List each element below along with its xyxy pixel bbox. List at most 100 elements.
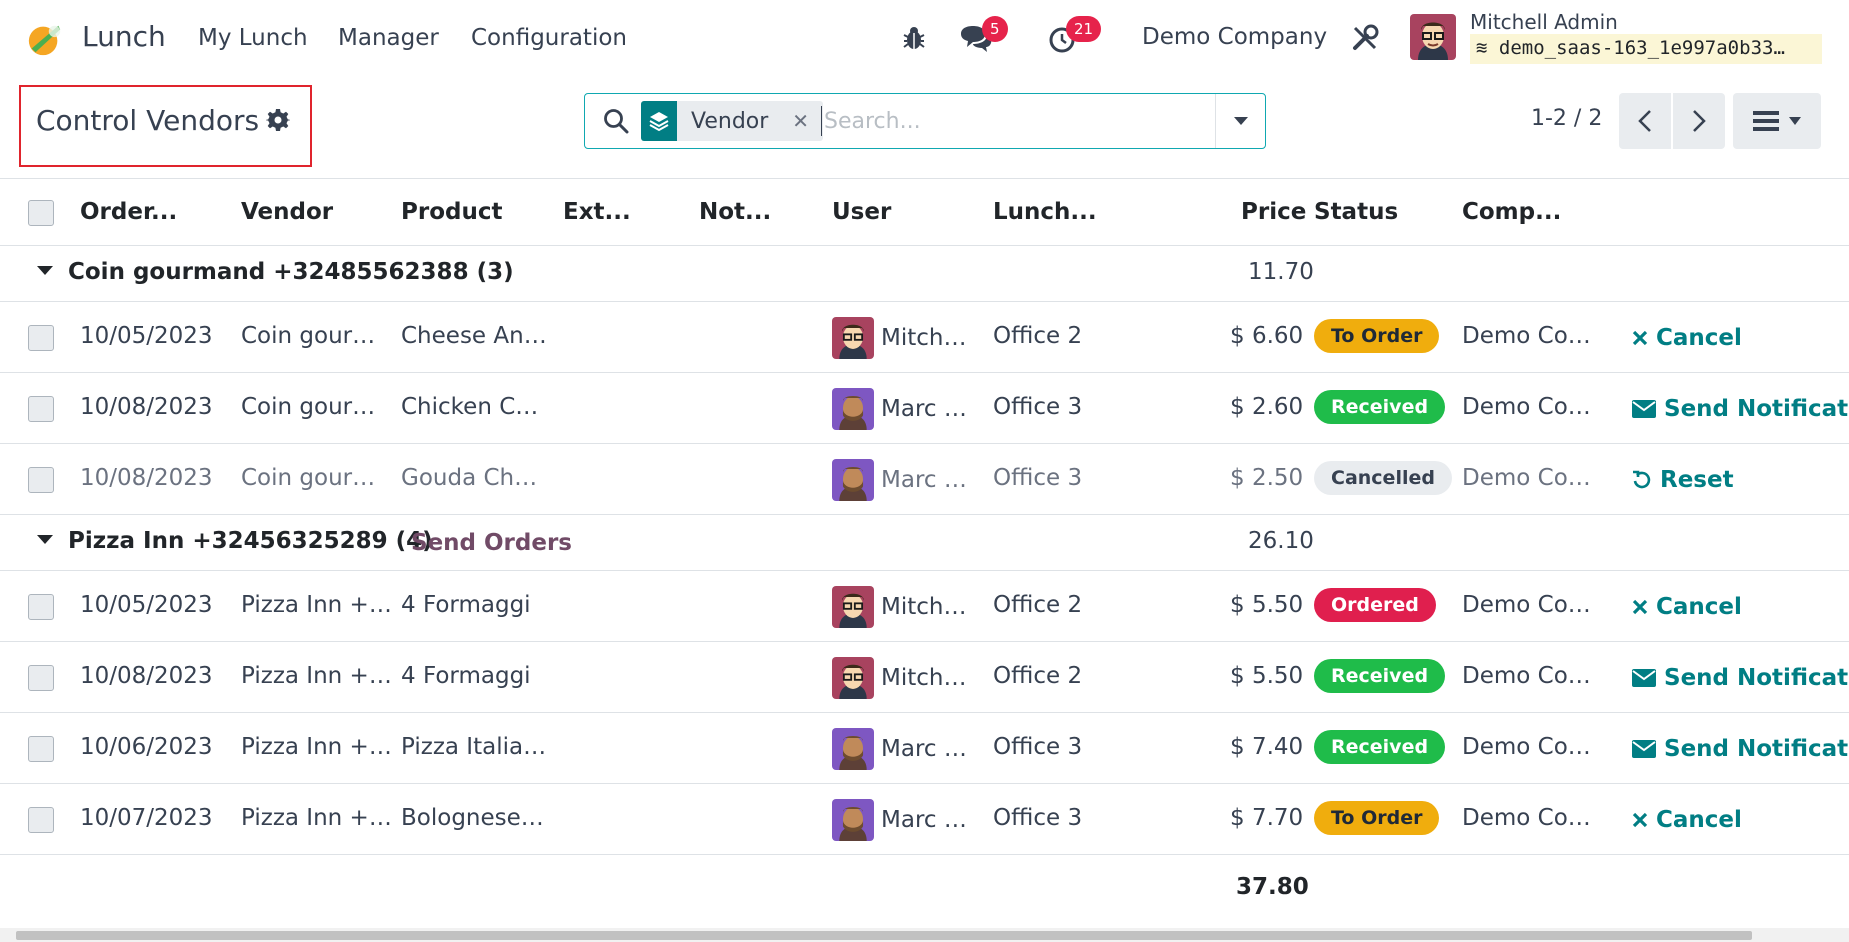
- send-orders-button[interactable]: Send Orders: [411, 530, 572, 556]
- tools-icon[interactable]: [1351, 24, 1379, 52]
- row-checkbox[interactable]: [28, 324, 54, 351]
- column-status[interactable]: Status: [1314, 199, 1398, 225]
- user-avatar[interactable]: [1410, 14, 1456, 60]
- user-cell: Marc …: [881, 466, 967, 493]
- order-date: 10/05/2023: [80, 322, 213, 349]
- column-company[interactable]: Comp...: [1462, 199, 1561, 225]
- column-notes[interactable]: Not...: [699, 199, 771, 225]
- pager-value[interactable]: 1-2 / 2: [1531, 106, 1602, 131]
- cancel-icon: [1632, 812, 1648, 828]
- price-cell: $ 2.60: [1230, 393, 1304, 420]
- avatar[interactable]: [832, 316, 874, 359]
- column-user[interactable]: User: [832, 199, 891, 225]
- search-bar: Vendor ✕: [584, 93, 1266, 149]
- vendor-cell: Coin gour…: [241, 464, 376, 491]
- row-action-button[interactable]: Cancel: [1632, 807, 1742, 833]
- column-extras[interactable]: Ext...: [563, 199, 631, 225]
- search-options-toggle[interactable]: [1215, 94, 1265, 148]
- row-checkbox[interactable]: [28, 735, 54, 762]
- menu-my-lunch[interactable]: My Lunch: [198, 25, 308, 51]
- row-checkbox[interactable]: [28, 593, 54, 620]
- group-title[interactable]: Pizza Inn +32456325289 (4): [68, 528, 433, 554]
- table-row[interactable]: 10/05/2023 Pizza Inn +… 4 Formaggi Mitch… Of…: [0, 571, 1849, 642]
- select-all-checkbox[interactable]: [28, 200, 54, 226]
- row-checkbox[interactable]: [28, 466, 54, 493]
- row-checkbox[interactable]: [28, 664, 54, 691]
- row-action-button[interactable]: Cancel: [1632, 594, 1742, 620]
- horizontal-scrollbar[interactable]: [0, 928, 1849, 942]
- table-row[interactable]: 10/08/2023 Pizza Inn +… 4 Formaggi Mitch… Of…: [0, 642, 1849, 713]
- gear-icon[interactable]: [266, 108, 290, 132]
- pager-previous-button[interactable]: [1619, 93, 1671, 149]
- table-row[interactable]: 10/05/2023 Coin gour… Cheese An… Mitch… Offi…: [0, 302, 1849, 373]
- location-cell: Office 2: [993, 662, 1083, 689]
- avatar[interactable]: [832, 727, 874, 770]
- status-badge: Received: [1314, 729, 1446, 764]
- reset-icon: [1632, 470, 1652, 490]
- table-row[interactable]: 10/06/2023 Pizza Inn +… Pizza Italia… Marc …: [0, 713, 1849, 784]
- search-icon[interactable]: [603, 108, 629, 134]
- table-row[interactable]: 10/07/2023 Pizza Inn +… Bolognese… Marc … Of…: [0, 784, 1849, 855]
- layers-icon: [641, 101, 677, 141]
- product-cell: Cheese An…: [401, 322, 547, 349]
- location-cell: Office 2: [993, 322, 1083, 349]
- order-date: 10/08/2023: [80, 662, 213, 689]
- envelope-icon: [1632, 668, 1656, 687]
- pager-next-button[interactable]: [1673, 93, 1725, 149]
- page-title: Control Vendors: [36, 104, 260, 137]
- app-name[interactable]: Lunch: [82, 20, 166, 53]
- lunch-app-icon[interactable]: [26, 20, 64, 58]
- cancel-icon: [1632, 330, 1648, 346]
- close-icon[interactable]: ✕: [792, 109, 809, 133]
- product-cell: 4 Formaggi: [401, 662, 531, 689]
- bug-icon[interactable]: [902, 25, 926, 51]
- row-action-button[interactable]: Cancel: [1632, 325, 1742, 351]
- row-checkbox[interactable]: [28, 395, 54, 422]
- avatar[interactable]: [832, 387, 874, 430]
- user-name[interactable]: Mitchell Admin: [1470, 10, 1618, 34]
- envelope-icon: [1632, 739, 1656, 758]
- row-checkbox[interactable]: [28, 806, 54, 833]
- menu-configuration[interactable]: Configuration: [471, 25, 627, 51]
- scrollbar-thumb[interactable]: [16, 931, 1752, 940]
- vendor-cell: Coin gour…: [241, 393, 376, 420]
- row-action-label: Send Notificatio: [1664, 664, 1849, 691]
- caret-down-icon[interactable]: [37, 535, 53, 544]
- table-row[interactable]: 10/08/2023 Coin gour… Gouda Ch… Marc … Offic…: [0, 444, 1849, 515]
- groupby-facet: Vendor ✕: [641, 101, 824, 141]
- row-action-button[interactable]: Reset: [1632, 467, 1734, 493]
- row-action-button[interactable]: Send Notificatio: [1632, 665, 1849, 691]
- group-title[interactable]: Coin gourmand +32485562388 (3): [68, 259, 514, 285]
- caret-down-icon[interactable]: [37, 266, 53, 275]
- price-cell: $ 6.60: [1230, 322, 1304, 349]
- status-badge: Received: [1314, 389, 1446, 424]
- group-row[interactable]: Pizza Inn +32456325289 (4) Send Orders 26.…: [0, 515, 1849, 571]
- order-date: 10/08/2023: [80, 464, 213, 491]
- avatar[interactable]: [832, 458, 874, 501]
- vendor-cell: Coin gour…: [241, 322, 376, 349]
- location-cell: Office 2: [993, 591, 1083, 618]
- group-row[interactable]: Coin gourmand +32485562388 (3) 11.70: [0, 246, 1849, 302]
- product-cell: Gouda Ch…: [401, 464, 538, 491]
- price-cell: $ 5.50: [1230, 662, 1304, 689]
- order-date: 10/05/2023: [80, 591, 213, 618]
- row-action-button[interactable]: Send Notificatio: [1632, 396, 1849, 422]
- avatar[interactable]: [832, 585, 874, 628]
- table-row[interactable]: 10/08/2023 Coin gour… Chicken C… Marc … Offi…: [0, 373, 1849, 444]
- column-product[interactable]: Product: [401, 199, 502, 225]
- list-view-switcher[interactable]: [1733, 93, 1821, 149]
- menu-manager[interactable]: Manager: [338, 25, 439, 51]
- column-order-date[interactable]: Order...: [80, 199, 177, 225]
- column-price[interactable]: Price: [1241, 199, 1306, 225]
- column-vendor[interactable]: Vendor: [241, 199, 333, 225]
- company-switcher[interactable]: Demo Company: [1142, 24, 1327, 50]
- search-input[interactable]: [821, 106, 1201, 136]
- vendor-cell: Pizza Inn +…: [241, 591, 392, 618]
- column-lunch-location[interactable]: Lunch...: [993, 199, 1097, 225]
- caret-down-icon: [1789, 117, 1801, 125]
- row-action-button[interactable]: Send Notificatio: [1632, 736, 1849, 762]
- avatar[interactable]: [832, 656, 874, 699]
- user-cell: Mitch…: [881, 593, 967, 620]
- avatar[interactable]: [832, 798, 874, 841]
- messages-count-badge: 5: [982, 16, 1008, 42]
